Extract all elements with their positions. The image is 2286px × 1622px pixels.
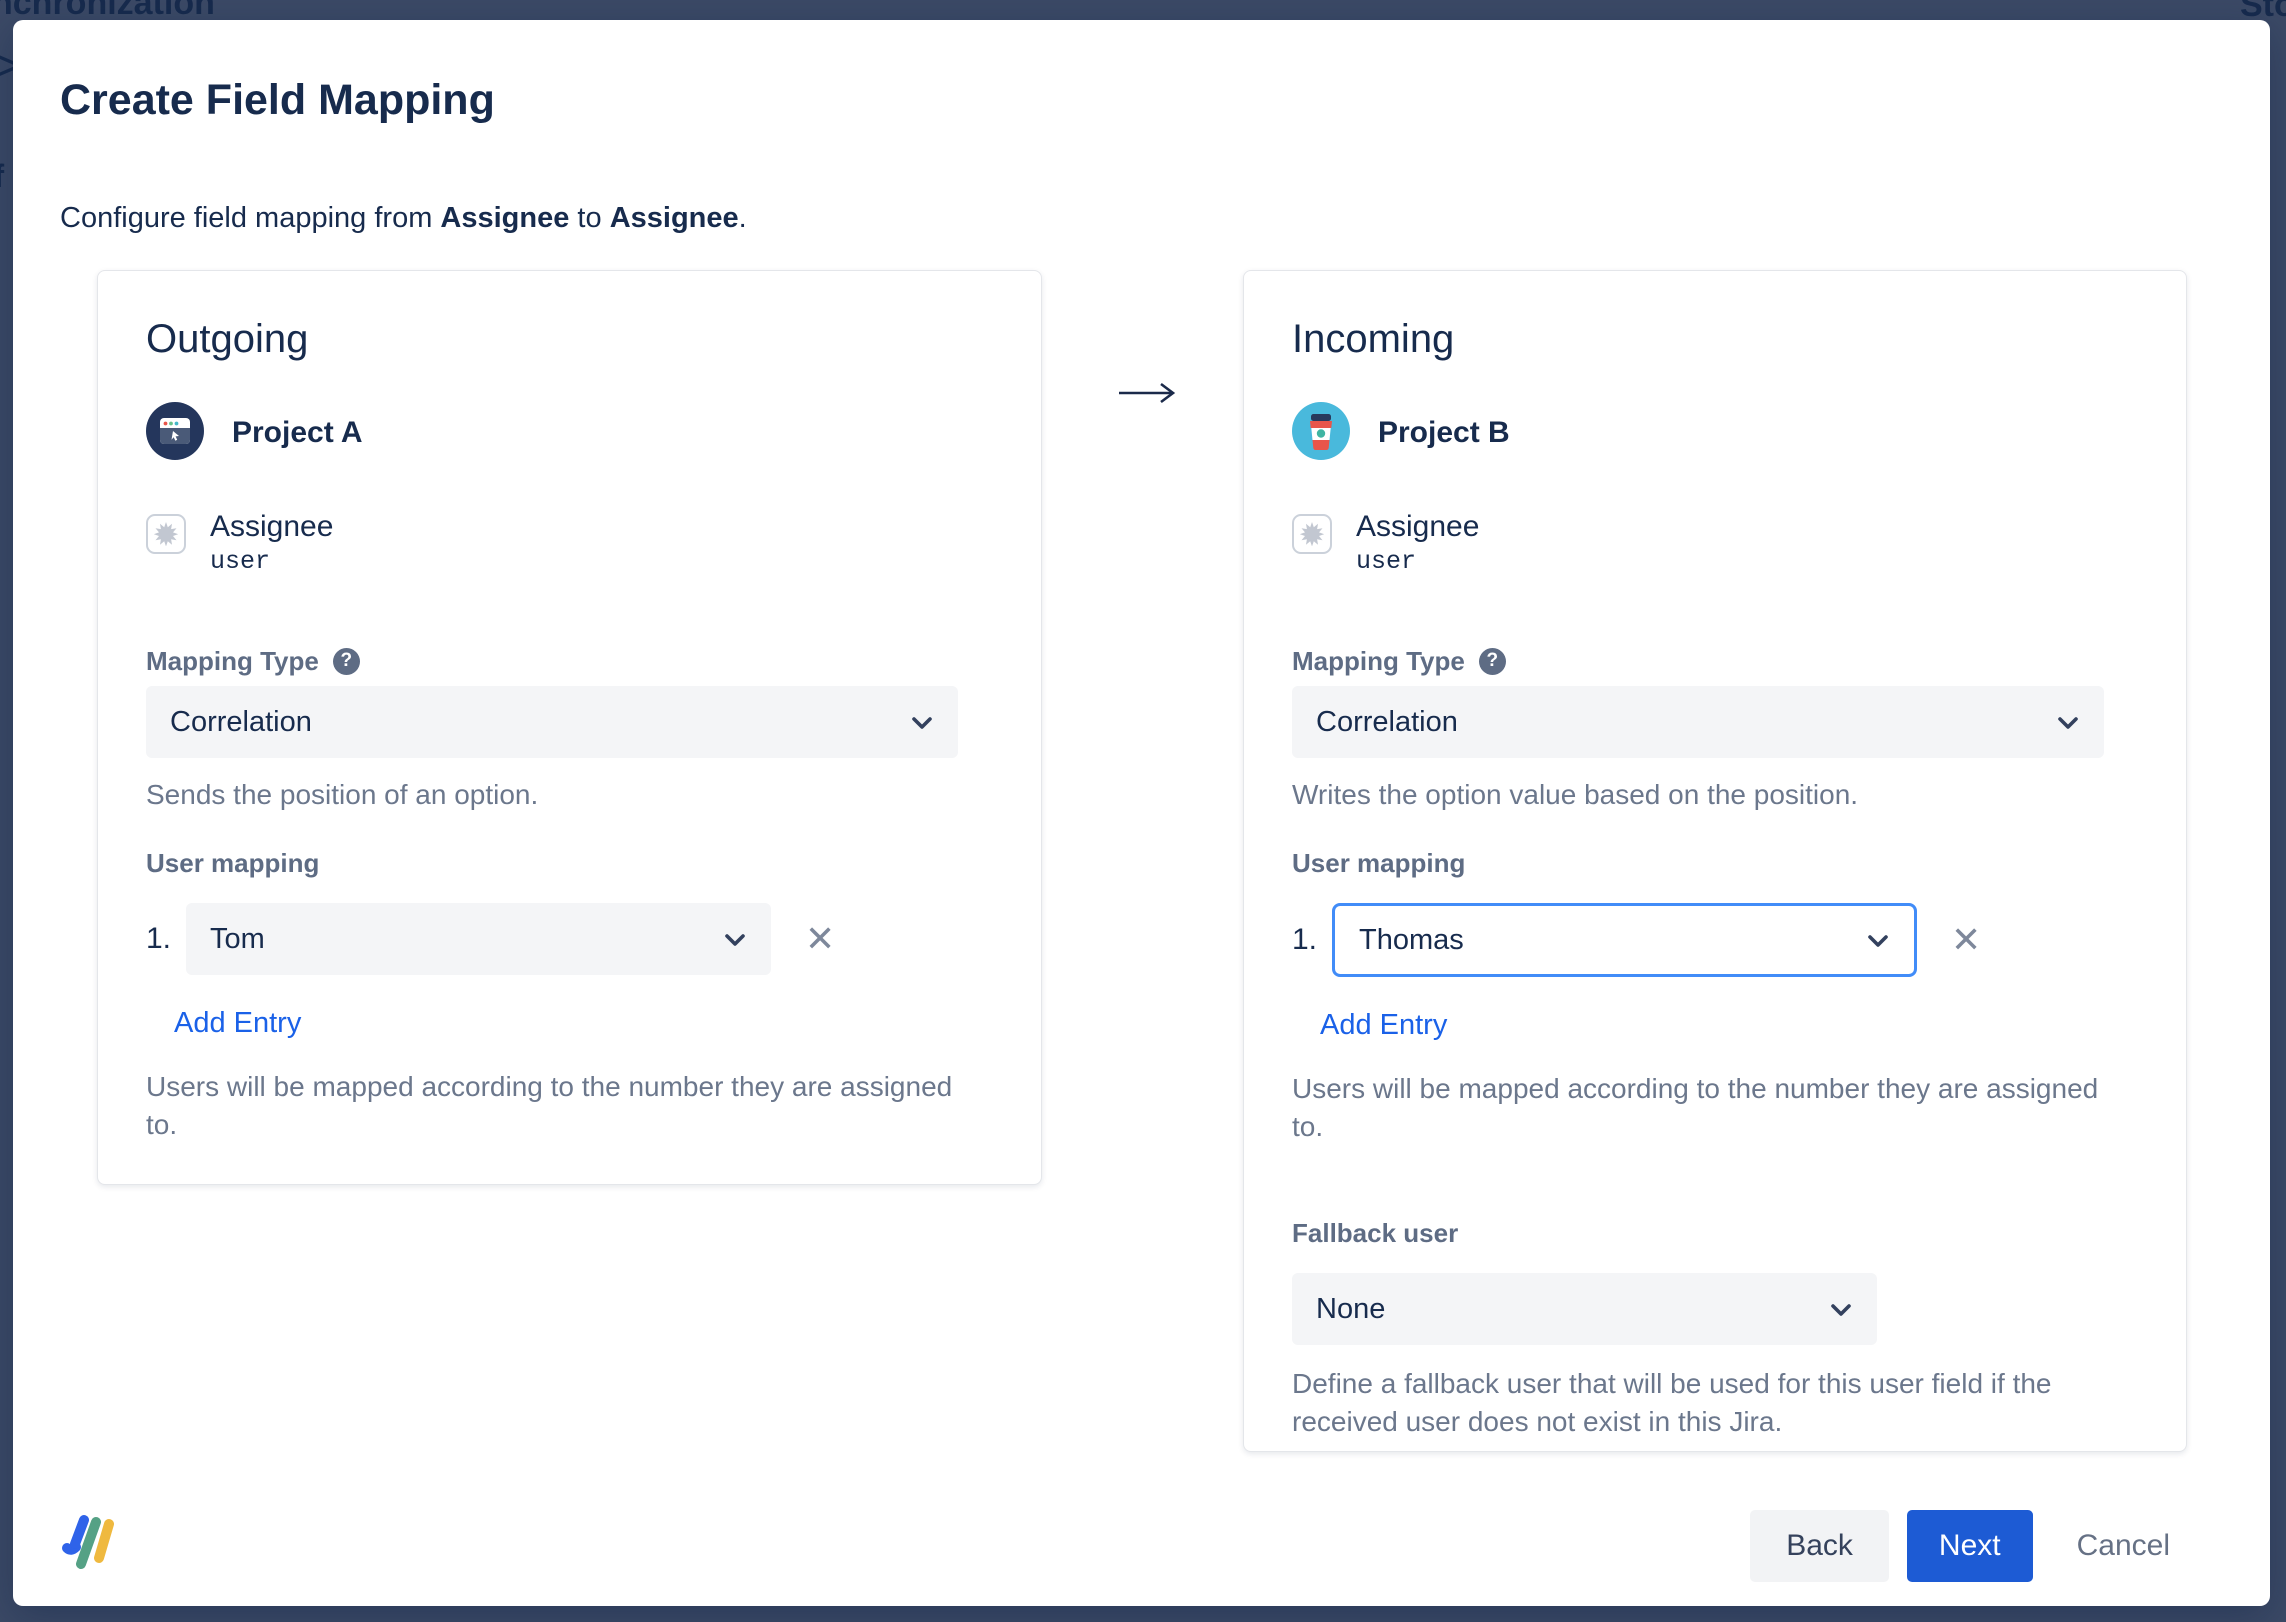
outgoing-user-value: Tom [210,923,265,956]
outgoing-user-mapping-description: Users will be mapped according to the nu… [146,1068,976,1144]
fallback-user-description: Define a fallback user that will be used… [1292,1365,2122,1441]
incoming-mapping-type-label-row: Mapping Type ? [1292,646,2138,676]
subtitle-source-field: Assignee [440,202,569,234]
cancel-button[interactable]: Cancel [2049,1510,2190,1582]
incoming-mapping-type-value: Correlation [1316,706,1458,739]
chevron-down-icon [2056,706,2080,739]
incoming-field-info: Assignee user [1356,510,1479,576]
create-field-mapping-dialog: Create Field Mapping Configure field map… [13,20,2270,1606]
incoming-add-entry-link[interactable]: Add Entry [1320,1009,1447,1042]
outgoing-card: Outgoing Project A [97,270,1042,1185]
outgoing-mapping-type-select[interactable]: Correlation [146,686,958,758]
outgoing-project-name: Project A [232,416,363,450]
mapping-direction-arrow-icon [1115,378,1185,413]
project-a-browser-icon [146,402,204,465]
incoming-user-value: Thomas [1359,924,1464,957]
field-starburst-icon [146,514,186,554]
help-icon[interactable]: ? [333,648,360,675]
dialog-subtitle: Configure field mapping from Assignee to… [60,202,747,235]
help-icon[interactable]: ? [1479,648,1506,675]
subtitle-middle: to [569,202,609,234]
incoming-user-select-focused[interactable]: Thomas [1332,903,1917,977]
chevron-down-icon [723,923,747,956]
outgoing-mapping-type-value: Correlation [170,706,312,739]
entry-index: 1. [146,922,186,956]
incoming-user-mapping-entry: 1. Thomas ✕ [1292,903,2138,977]
fallback-user-select[interactable]: None [1292,1273,1877,1345]
exalate-logo [59,1508,119,1572]
fallback-user-value: None [1316,1293,1385,1326]
incoming-project-row: Project B [1292,404,2138,462]
outgoing-add-entry-link[interactable]: Add Entry [174,1007,301,1040]
subtitle-prefix: Configure field mapping from [60,202,440,234]
outgoing-user-mapping-entry: 1. Tom ✕ [146,903,993,975]
next-button[interactable]: Next [1907,1510,2033,1582]
subtitle-suffix: . [739,202,747,234]
backdrop-text-fragment: tif [0,158,4,195]
mapping-type-label: Mapping Type [1292,646,1465,677]
outgoing-project-row: Project A [146,404,993,462]
incoming-mapping-type-select[interactable]: Correlation [1292,686,2104,758]
incoming-user-mapping-label: User mapping [1292,848,2138,879]
incoming-mapping-type-description: Writes the option value based on the pos… [1292,776,2138,814]
outgoing-heading: Outgoing [146,317,993,362]
subtitle-target-field: Assignee [610,202,739,234]
back-button[interactable]: Back [1750,1510,1889,1582]
outgoing-mapping-type-label-row: Mapping Type ? [146,646,993,676]
remove-entry-icon[interactable]: ✕ [805,921,835,957]
fallback-user-label: Fallback user [1292,1218,2138,1249]
outgoing-field-type: user [210,547,333,576]
outgoing-mapping-type-description: Sends the position of an option. [146,776,993,814]
incoming-field-name: Assignee [1356,510,1479,544]
entry-index: 1. [1292,923,1332,957]
mapping-type-label: Mapping Type [146,646,319,677]
outgoing-user-mapping-label: User mapping [146,848,993,879]
field-starburst-icon [1292,514,1332,554]
dialog-footer-actions: Back Next Cancel [1750,1510,2190,1582]
incoming-field-type: user [1356,547,1479,576]
outgoing-field-name: Assignee [210,510,333,544]
incoming-card: Incoming Project B As [1243,270,2187,1452]
remove-entry-icon[interactable]: ✕ [1951,922,1981,958]
chevron-down-icon [910,706,934,739]
outgoing-user-select[interactable]: Tom [186,903,771,975]
project-b-coffee-cup-icon [1292,402,1350,465]
outgoing-field-row: Assignee user [146,510,993,576]
incoming-project-name: Project B [1378,416,1510,450]
dialog-title: Create Field Mapping [60,76,495,125]
incoming-heading: Incoming [1292,317,2138,362]
incoming-field-row: Assignee user [1292,510,2138,576]
chevron-down-icon [1829,1293,1853,1326]
incoming-user-mapping-description: Users will be mapped according to the nu… [1292,1070,2122,1146]
outgoing-field-info: Assignee user [210,510,333,576]
chevron-down-icon [1866,924,1890,957]
